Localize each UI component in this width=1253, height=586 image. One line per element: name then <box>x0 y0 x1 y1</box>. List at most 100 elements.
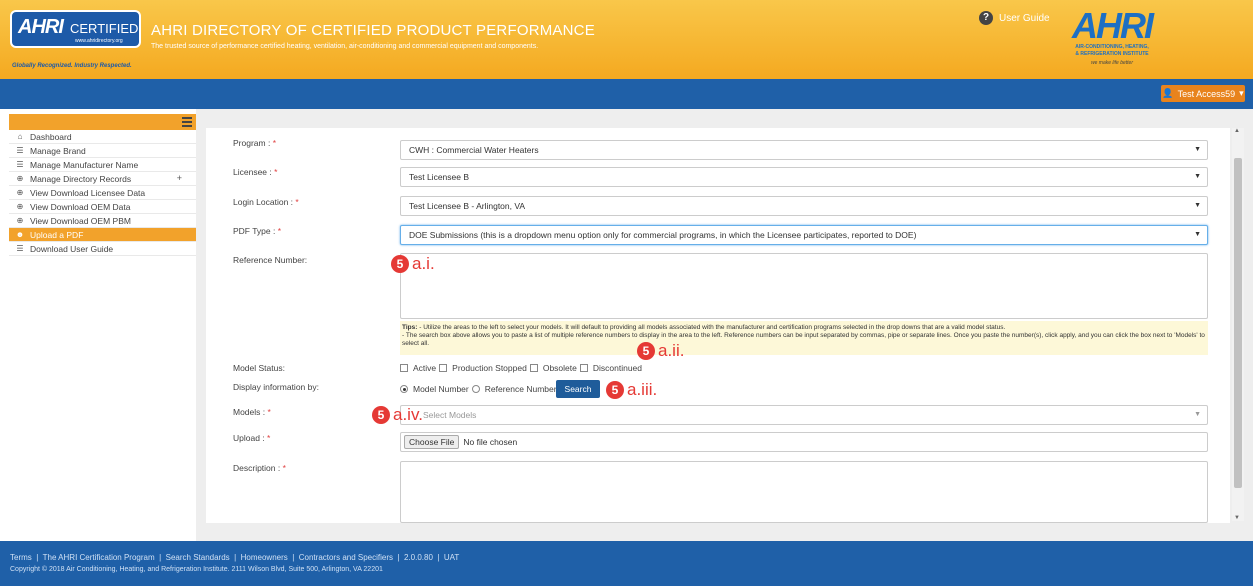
caret-down-icon: ▼ <box>1194 411 1201 418</box>
ahri-brand-logo: AHRI AIR-CONDITIONING, HEATING, & REFRIG… <box>1057 8 1167 76</box>
required-mark: * <box>267 433 271 443</box>
obsolete-checkbox[interactable] <box>529 364 538 372</box>
list-icon: ☰ <box>16 244 24 253</box>
user-icon: ☻ <box>15 230 25 239</box>
header: AHRI CERTIFIED www.ahridirectory.org Glo… <box>0 0 1253 79</box>
reference-number-textarea[interactable] <box>400 253 1208 319</box>
brand-name: AHRI <box>1072 5 1154 46</box>
location-select[interactable]: Test Licensee B - Arlington, VA ▼ <box>400 196 1208 216</box>
help-icon: ? <box>979 11 993 25</box>
plus-circle-icon: ⊕ <box>16 174 24 183</box>
required-mark: * <box>274 167 278 177</box>
sidebar-item-upload-pdf[interactable]: ☻ Upload a PDF <box>9 228 196 242</box>
upload-label-text: Upload : <box>233 433 265 443</box>
pdf-type-value: DOE Submissions (this is a dropdown menu… <box>409 230 917 240</box>
models-select[interactable]: Select Models ▼ <box>400 405 1208 425</box>
description-label: Description : * <box>233 463 286 473</box>
active-checkbox[interactable] <box>400 364 408 372</box>
menu-toggle-icon[interactable] <box>182 117 192 127</box>
discontinued-checkbox[interactable] <box>579 364 588 372</box>
required-mark: * <box>277 226 282 236</box>
sidebar-item-manage-directory[interactable]: ⊕ Manage Directory Records + <box>9 172 196 186</box>
production-stopped-checkbox[interactable] <box>439 364 448 372</box>
expand-plus-icon[interactable]: + <box>177 173 182 183</box>
page-subtitle: The trusted source of performance certif… <box>151 43 539 50</box>
display-option-label: Model Number <box>413 384 469 394</box>
sidebar-item-licensee-data[interactable]: ⊕ View Download Licensee Data <box>9 186 196 200</box>
annotation-text: a.i. <box>412 254 435 273</box>
footer-version: 2.0.0.80 <box>403 553 433 562</box>
user-label: Test Access59 <box>1177 88 1236 99</box>
sidebar-item-label: Manage Brand <box>30 145 86 156</box>
sidebar: ⌂ Dashboard ☰ Manage Brand ☰ Manage Manu… <box>9 114 196 531</box>
description-label-text: Description : <box>233 463 281 473</box>
required-mark: * <box>282 463 286 473</box>
footer-link-homeowners[interactable]: Homeowners <box>241 553 288 562</box>
model-number-radio[interactable] <box>400 385 408 393</box>
caret-down-icon: ▼ <box>1194 146 1201 153</box>
footer-link-program[interactable]: The AHRI Certification Program <box>43 553 155 562</box>
sidebar-item-label: View Download OEM Data <box>30 201 131 212</box>
reference-number-radio[interactable] <box>471 385 480 393</box>
user-menu-button[interactable]: 👤 Test Access59 ▾ <box>1161 85 1245 102</box>
annotation-text: a.iii. <box>627 380 658 399</box>
user-guide-link[interactable]: ? User Guide <box>979 11 1050 25</box>
program-select[interactable]: CWH : Commercial Water Heaters ▼ <box>400 140 1208 160</box>
location-label-text: Login Location : <box>233 197 294 207</box>
model-status-label: Model Status: <box>233 363 285 373</box>
sidebar-item-manage-manufacturer[interactable]: ☰ Manage Manufacturer Name <box>9 158 196 172</box>
sidebar-item-label: View Download OEM PBM <box>30 215 131 226</box>
tips-line-2: - The search box above allows you to pas… <box>402 332 1205 347</box>
choose-file-button[interactable]: Choose File <box>404 435 460 449</box>
pdf-type-select[interactable]: DOE Submissions (this is a dropdown menu… <box>400 225 1208 245</box>
required-mark: * <box>295 197 299 207</box>
footer-link-terms[interactable]: Terms <box>10 553 32 562</box>
display-by-options: Model Number Reference Number <box>400 384 557 394</box>
sidebar-item-user-guide[interactable]: ☰ Download User Guide <box>9 242 196 256</box>
nav-band <box>0 79 1253 109</box>
footer-env: UAT <box>443 553 460 562</box>
scroll-down-icon[interactable]: ▼ <box>1234 515 1240 521</box>
logo-url: www.ahridirectory.org <box>75 38 123 44</box>
annotation-text: a.iv. <box>393 405 423 424</box>
annotation-5ai: 5 a.i. <box>391 254 435 274</box>
scrollbar-thumb[interactable] <box>1234 158 1242 488</box>
footer-links: Terms | The AHRI Certification Program |… <box>10 553 460 562</box>
display-option-label: Reference Number <box>484 384 557 394</box>
plus-circle-icon: ⊕ <box>16 216 24 225</box>
footer-copyright: Copyright © 2018 Air Conditioning, Heati… <box>10 566 383 573</box>
models-label: Models : * <box>233 407 271 417</box>
footer-link-contractors[interactable]: Contractors and Specifiers <box>299 553 393 562</box>
page-title: AHRI DIRECTORY OF CERTIFIED PRODUCT PERF… <box>151 22 595 39</box>
ahri-certified-logo[interactable]: AHRI CERTIFIED www.ahridirectory.org Glo… <box>10 10 143 69</box>
sidebar-item-oem-data[interactable]: ⊕ View Download OEM Data <box>9 200 196 214</box>
scroll-up-icon[interactable]: ▲ <box>1234 128 1240 134</box>
description-textarea[interactable] <box>400 461 1208 523</box>
sidebar-item-oem-pbm[interactable]: ⊕ View Download OEM PBM <box>9 214 196 228</box>
annotation-number: 5 <box>391 255 409 273</box>
list-icon: ☰ <box>16 146 24 155</box>
display-by-label: Display information by: <box>233 382 319 392</box>
list-icon: ☰ <box>16 160 24 169</box>
licensee-label: Licensee : * <box>233 167 277 177</box>
location-value: Test Licensee B - Arlington, VA <box>409 201 526 211</box>
footer-link-standards[interactable]: Search Standards <box>166 553 230 562</box>
scrollbar[interactable]: ▲ ▼ <box>1232 128 1244 521</box>
brand-line-2: & REFRIGERATION INSTITUTE <box>1075 51 1149 57</box>
sidebar-item-label: Manage Manufacturer Name <box>30 159 139 170</box>
program-value: CWH : Commercial Water Heaters <box>409 145 539 155</box>
search-button[interactable]: Search <box>556 380 600 398</box>
logo-text: AHRI <box>18 16 64 38</box>
status-option-label: Discontinued <box>592 363 642 373</box>
sidebar-item-label: Upload a PDF <box>30 229 84 240</box>
sidebar-item-dashboard[interactable]: ⌂ Dashboard <box>9 130 196 144</box>
reference-label: Reference Number: <box>233 255 308 265</box>
pdf-type-label-text: PDF Type : <box>233 226 276 236</box>
licensee-select[interactable]: Test Licensee B ▼ <box>400 167 1208 187</box>
caret-down-icon: ▼ <box>1194 202 1201 209</box>
annotation-number: 5 <box>606 381 624 399</box>
annotation-5aiii: 5 a.iii. <box>606 380 657 400</box>
sidebar-item-manage-brand[interactable]: ☰ Manage Brand <box>9 144 196 158</box>
sidebar-item-label: Download User Guide <box>30 243 114 254</box>
upload-file-input[interactable]: Choose File No file chosen <box>400 432 1208 452</box>
